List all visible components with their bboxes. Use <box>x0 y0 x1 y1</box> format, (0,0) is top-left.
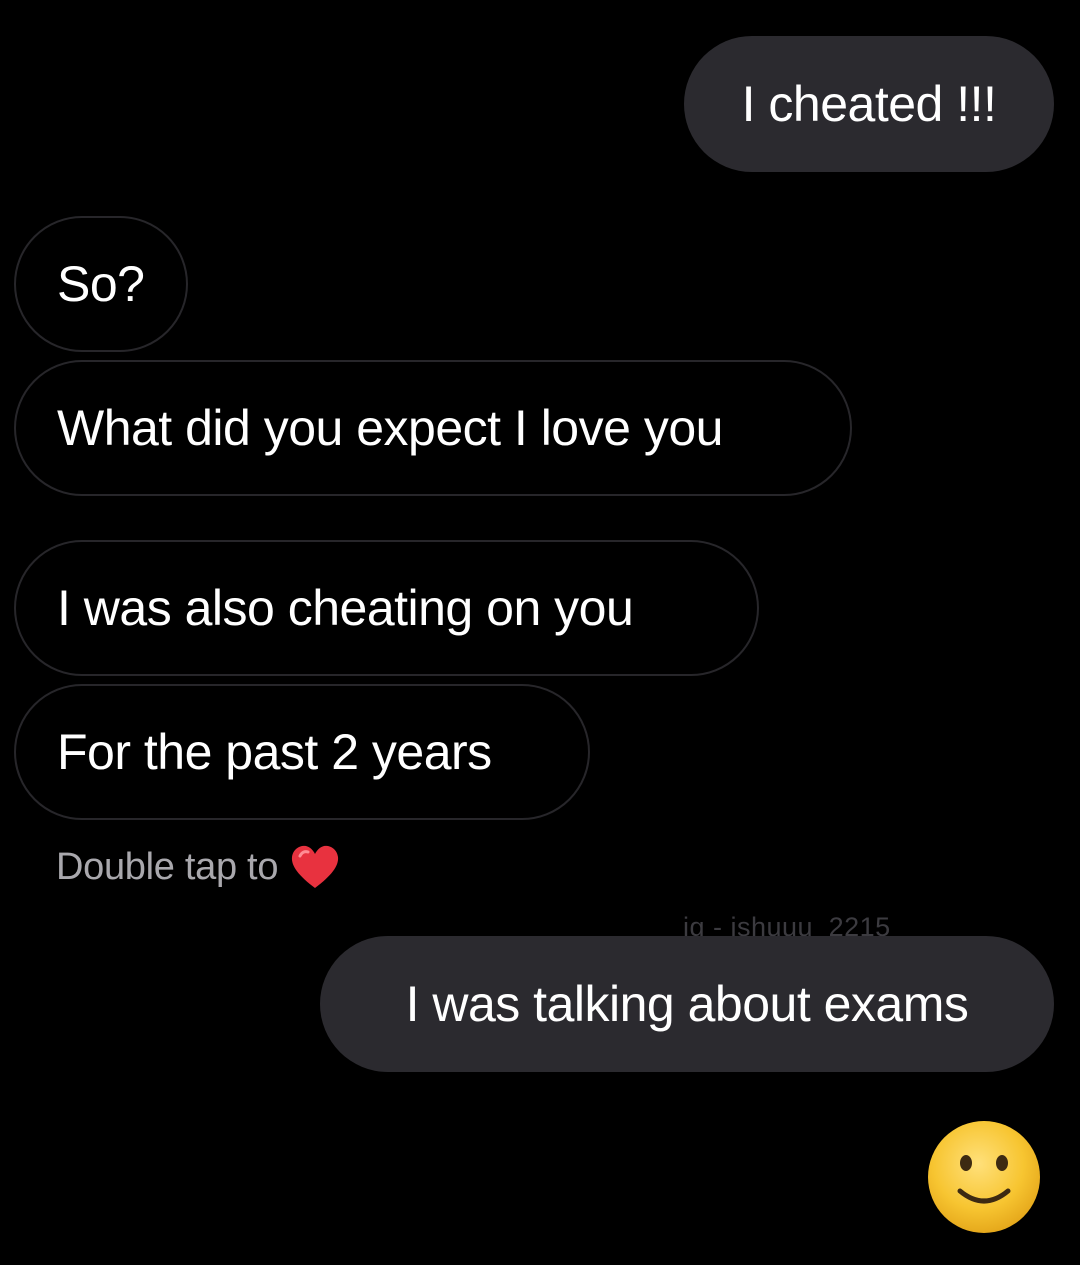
sent-message[interactable]: I cheated !!! <box>684 36 1054 172</box>
message-text: I was also cheating on you <box>57 580 634 636</box>
reaction-hint: Double tap to <box>56 842 340 892</box>
received-message[interactable]: I was also cheating on you <box>14 540 759 676</box>
message-text: For the past 2 years <box>57 724 492 780</box>
message-text: So? <box>57 256 145 312</box>
slightly-smiling-face-icon <box>926 1119 1042 1235</box>
received-message[interactable]: So? <box>14 216 188 352</box>
heart-icon <box>290 844 340 890</box>
message-text: I was talking about exams <box>405 976 969 1032</box>
message-text: I cheated !!! <box>741 76 997 132</box>
received-message[interactable]: For the past 2 years <box>14 684 590 820</box>
message-text: What did you expect I love you <box>57 400 723 456</box>
reaction-hint-label: Double tap to <box>56 845 279 888</box>
sent-message[interactable]: I was talking about exams <box>320 936 1054 1072</box>
received-message[interactable]: What did you expect I love you <box>14 360 852 496</box>
chat-thread: I cheated !!! So? What did you expect I … <box>0 0 1080 1265</box>
